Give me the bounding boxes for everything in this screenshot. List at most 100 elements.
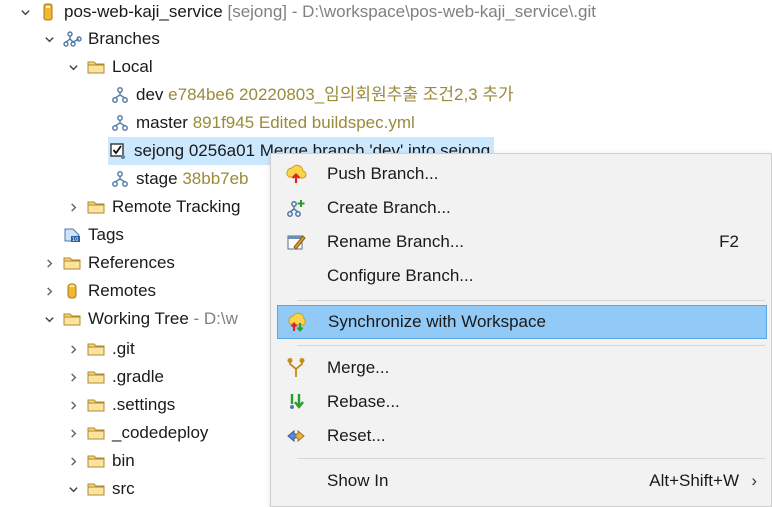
menu-separator bbox=[297, 345, 765, 346]
folder-item[interactable]: _codedeploy bbox=[66, 419, 208, 447]
branch-icon bbox=[110, 85, 130, 105]
folder-icon bbox=[86, 57, 106, 77]
folder-item[interactable]: src bbox=[66, 475, 135, 503]
rebase-menu-item[interactable]: Rebase... bbox=[277, 385, 767, 419]
menu-item-label: Rebase... bbox=[327, 392, 400, 411]
branch-context-menu: Push Branch... Create Branch... Rename B… bbox=[270, 153, 772, 507]
branch-item-dev[interactable]: dev e784be6 20220803_임의회원추출 조건2,3 추가 bbox=[110, 81, 514, 109]
menu-item-label: Rename Branch... bbox=[327, 232, 465, 251]
merge-menu-item[interactable]: Merge... bbox=[277, 351, 767, 385]
menu-item-label: Show In bbox=[327, 471, 389, 490]
checked-out-branch-icon bbox=[108, 141, 128, 161]
references-label: References bbox=[88, 253, 175, 272]
chevron-down-icon[interactable] bbox=[66, 475, 80, 503]
repo-name: pos-web-kaji_service bbox=[64, 2, 223, 21]
branch-icon bbox=[110, 169, 130, 189]
folder-icon bbox=[62, 309, 82, 329]
branches-node[interactable]: Branches bbox=[42, 25, 160, 53]
branches-icon bbox=[62, 29, 82, 49]
chevron-down-icon[interactable] bbox=[66, 53, 80, 81]
merge-icon bbox=[285, 357, 307, 379]
tags-node[interactable]: Tags bbox=[62, 221, 124, 249]
branch-name: dev bbox=[136, 85, 164, 104]
rename-icon bbox=[285, 231, 307, 253]
chevron-down-icon[interactable] bbox=[18, 0, 32, 26]
chevron-right-icon[interactable] bbox=[66, 391, 80, 419]
local-node[interactable]: Local bbox=[66, 53, 153, 81]
push-icon bbox=[285, 163, 307, 185]
local-label: Local bbox=[112, 57, 153, 76]
folder-icon bbox=[86, 423, 106, 443]
branch-name: master bbox=[136, 113, 188, 132]
reset-icon bbox=[285, 425, 307, 447]
remote-tracking-label: Remote Tracking bbox=[112, 197, 241, 216]
menu-item-label: Synchronize with Workspace bbox=[328, 312, 546, 331]
references-node[interactable]: References bbox=[42, 249, 175, 277]
branch-commit: 38bb7eb bbox=[182, 169, 249, 188]
chevron-down-icon[interactable] bbox=[42, 25, 56, 53]
folder-icon bbox=[86, 479, 106, 499]
folder-item[interactable]: .gradle bbox=[66, 363, 164, 391]
create-branch-menu-item[interactable]: Create Branch... bbox=[277, 191, 767, 225]
reset-menu-item[interactable]: Reset... bbox=[277, 419, 767, 453]
chevron-right-icon[interactable] bbox=[42, 277, 56, 305]
working-tree-label: Working Tree bbox=[88, 309, 189, 328]
folder-item[interactable]: .settings bbox=[66, 391, 175, 419]
shortcut-label: Alt+Shift+W bbox=[649, 471, 739, 490]
chevron-right-icon[interactable] bbox=[66, 335, 80, 363]
chevron-right-icon[interactable] bbox=[66, 419, 80, 447]
chevron-right-icon[interactable] bbox=[66, 363, 80, 391]
push-branch-menu-item[interactable]: Push Branch... bbox=[277, 157, 767, 191]
folder-icon bbox=[86, 367, 106, 387]
repository-icon bbox=[38, 2, 58, 22]
folder-icon bbox=[86, 197, 106, 217]
folder-label: .settings bbox=[112, 395, 176, 414]
remotes-node[interactable]: Remotes bbox=[42, 277, 156, 305]
menu-item-label: Push Branch... bbox=[327, 164, 439, 183]
synchronize-menu-item[interactable]: Synchronize with Workspace bbox=[277, 305, 767, 339]
branch-commit: 891f945 Edited buildspec.yml bbox=[192, 113, 415, 132]
folder-item[interactable]: .git bbox=[66, 335, 135, 363]
tags-label: Tags bbox=[88, 225, 124, 244]
chevron-right-icon[interactable] bbox=[66, 193, 80, 221]
working-tree-node[interactable]: Working Tree - D:\w bbox=[42, 305, 238, 333]
remote-tracking-node[interactable]: Remote Tracking bbox=[66, 193, 241, 221]
rename-branch-menu-item[interactable]: Rename Branch... F2 bbox=[277, 225, 767, 259]
menu-separator bbox=[297, 300, 765, 301]
rebase-icon bbox=[285, 391, 307, 413]
configure-branch-menu-item[interactable]: Configure Branch... bbox=[277, 259, 767, 293]
folder-label: .git bbox=[112, 339, 135, 358]
branch-item-stage[interactable]: stage 38bb7eb bbox=[110, 165, 249, 193]
synchronize-icon bbox=[286, 311, 308, 333]
folder-label: .gradle bbox=[112, 367, 164, 386]
menu-separator bbox=[297, 458, 765, 459]
branch-name: sejong bbox=[134, 141, 185, 160]
shortcut-label: F2 bbox=[719, 232, 739, 251]
menu-item-label: Create Branch... bbox=[327, 198, 451, 217]
remote-icon bbox=[62, 281, 82, 301]
tags-icon bbox=[62, 225, 82, 245]
repo-node[interactable]: pos-web-kaji_service [sejong] - D:\works… bbox=[18, 0, 596, 26]
folder-item[interactable]: bin bbox=[66, 447, 135, 475]
folder-label: bin bbox=[112, 451, 135, 470]
show-in-menu-item[interactable]: Show In Alt+Shift+W › bbox=[277, 464, 767, 498]
folder-label: src bbox=[112, 479, 135, 498]
folder-icon bbox=[86, 339, 106, 359]
folder-icon bbox=[86, 451, 106, 471]
branch-commit: e784be6 20220803_임의회원추출 조건2,3 추가 bbox=[168, 85, 514, 104]
repo-meta: [sejong] - D:\workspace\pos-web-kaji_ser… bbox=[227, 2, 596, 21]
folder-icon bbox=[86, 395, 106, 415]
create-branch-icon bbox=[285, 197, 307, 219]
chevron-right-icon[interactable] bbox=[66, 447, 80, 475]
chevron-right-icon[interactable] bbox=[42, 249, 56, 277]
chevron-down-icon[interactable] bbox=[42, 305, 56, 333]
folder-icon bbox=[62, 253, 82, 273]
menu-item-label: Configure Branch... bbox=[327, 266, 474, 285]
menu-item-label: Reset... bbox=[327, 426, 386, 445]
branches-label: Branches bbox=[88, 29, 160, 48]
folder-label: _codedeploy bbox=[112, 423, 209, 442]
branch-item-master[interactable]: master 891f945 Edited buildspec.yml bbox=[110, 109, 415, 137]
remotes-label: Remotes bbox=[88, 281, 157, 300]
working-tree-meta: - D:\w bbox=[193, 309, 238, 328]
menu-item-label: Merge... bbox=[327, 358, 390, 377]
